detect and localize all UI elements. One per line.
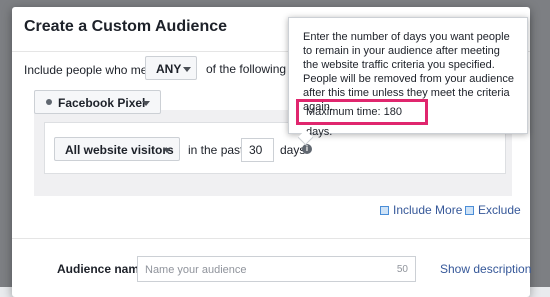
pixel-selector-label: Facebook Pixel (58, 96, 146, 110)
retention-days-input[interactable] (241, 138, 274, 162)
audience-name-input[interactable]: Name your audience 50 (137, 256, 416, 282)
maximum-time-highlight: Maximum time: 180 days. (296, 99, 428, 138)
chevron-down-icon (163, 148, 171, 153)
include-icon (380, 206, 389, 215)
info-icon[interactable]: i (302, 144, 312, 154)
include-rule-prefix: Include people who meet (24, 63, 158, 77)
include-more-label: Include More (393, 203, 463, 217)
character-counter: 50 (396, 264, 408, 275)
include-more-link[interactable]: Include More (380, 203, 462, 217)
audience-name-label: Audience name (57, 262, 146, 276)
audience-name-placeholder: Name your audience (145, 264, 247, 276)
exclude-label: Exclude (478, 203, 521, 217)
chevron-down-icon (183, 67, 191, 72)
section-divider (12, 238, 530, 239)
in-the-past-label: in the past (188, 143, 244, 157)
chevron-down-icon (142, 101, 150, 106)
pixel-selector-dropdown[interactable]: Facebook Pixel (34, 90, 161, 114)
match-type-value: ANY (156, 62, 182, 76)
traffic-type-label: All website visitors (65, 143, 174, 157)
modal-title: Create a Custom Audience (24, 18, 228, 35)
pixel-icon (46, 99, 52, 105)
exclude-link[interactable]: Exclude (465, 203, 521, 217)
days-help-tooltip: Enter the number of days you want people… (288, 17, 528, 138)
show-description-link[interactable]: Show description (440, 262, 531, 276)
match-type-dropdown[interactable]: ANY (145, 56, 197, 80)
exclude-icon (465, 206, 474, 215)
traffic-type-dropdown[interactable]: All website visitors (54, 137, 180, 161)
